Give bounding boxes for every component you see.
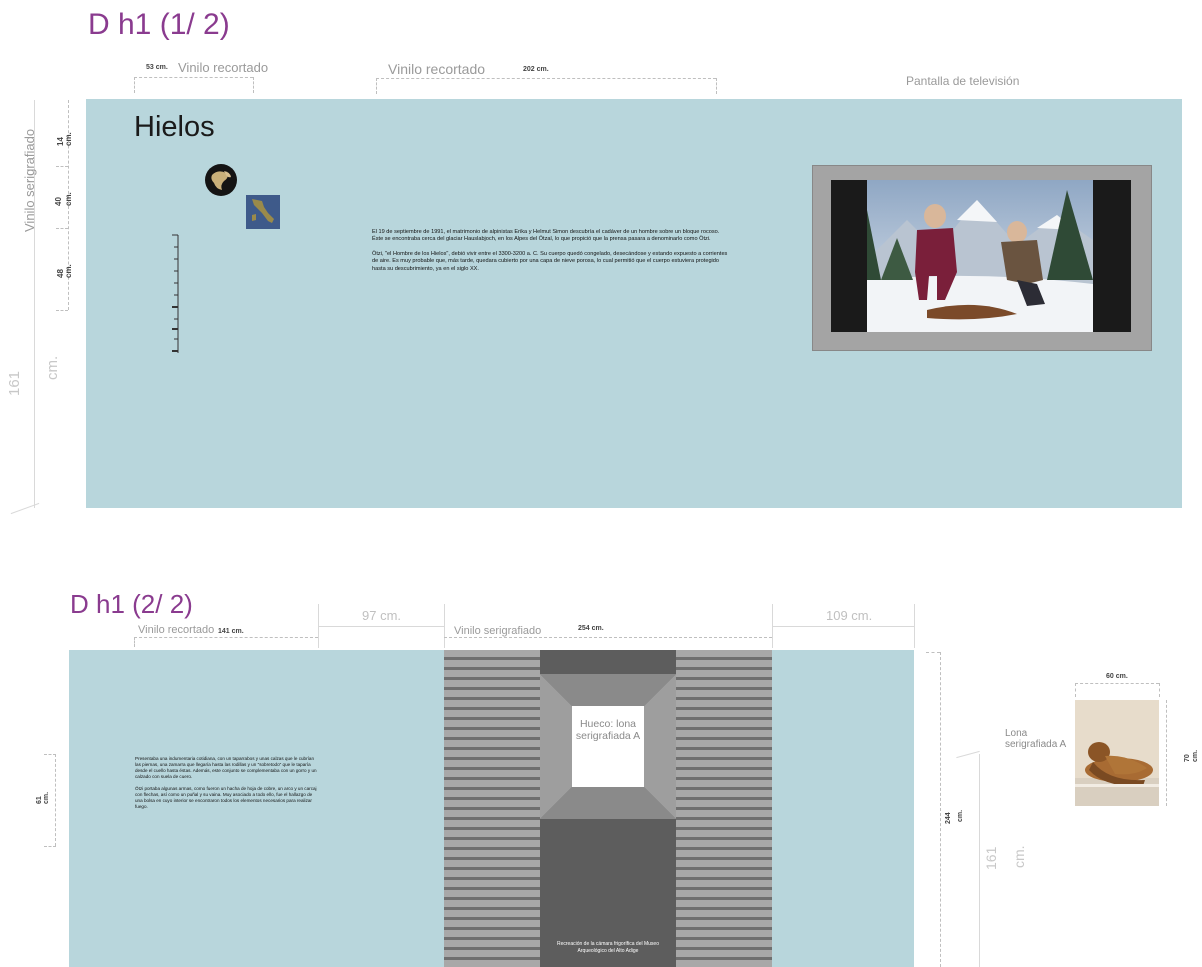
dim-40: 40: [54, 197, 63, 206]
dim-97: 97 cm.: [362, 608, 402, 623]
dim-202: 202 cm.: [523, 66, 549, 73]
dim-tick: [56, 310, 68, 311]
dim-tick: [56, 166, 68, 167]
dim-tick: [253, 77, 254, 93]
dim-40-unit: cm.: [64, 192, 73, 206]
paragraph-2: Ötzi, "el Hombre de los Hielos", debió v…: [372, 250, 728, 272]
dim-61-unit: cm.: [43, 791, 50, 804]
panel-right: [772, 650, 914, 967]
dim-tick: [926, 652, 940, 653]
dim-tick: [956, 750, 980, 759]
label-vinilo-serigrafiado-2: Vinilo serigrafiado: [454, 625, 542, 637]
dim-161: 161: [6, 370, 23, 396]
section2-title: D h1 (2/ 2): [70, 589, 193, 619]
dim-tick: [444, 604, 445, 648]
tv-image-glacier-scene: [867, 180, 1093, 332]
dim-244-unit: cm.: [957, 809, 964, 822]
dim-70: 70: [1184, 754, 1191, 762]
dim-tick: [914, 604, 915, 648]
dim-line-60: [1075, 683, 1159, 684]
heading-hielos: Hielos: [134, 111, 215, 143]
dim-60: 60 cm.: [1106, 673, 1128, 680]
panel-hielos: Hielos El 19 de septiembre de 1991, el m…: [86, 99, 1182, 508]
dim-tick: [772, 604, 773, 648]
paragraph-1: El 19 de septiembre de 1991, el matrimon…: [372, 229, 720, 243]
hueco-label: Hueco: lona serigrafiada A: [575, 718, 641, 742]
dim-254: 254 cm.: [578, 625, 604, 632]
dim-tick: [376, 78, 377, 94]
chamber-stripes-right: [676, 650, 772, 967]
dim-tick: [56, 228, 68, 229]
dim-line-244: [940, 652, 941, 967]
paragraph-4: Ötzi portaba algunas armas, como fueron …: [135, 786, 317, 809]
italy-map-icon: [246, 195, 280, 229]
dim-61: 61: [36, 796, 43, 804]
dim-line-70: [1166, 700, 1167, 806]
globe-icon: [204, 163, 238, 197]
dim-161-unit: cm.: [44, 355, 61, 380]
text-block-1: El 19 de septiembre de 1991, el matrimon…: [372, 229, 728, 273]
dim-line-141: [134, 637, 318, 638]
dim-tick: [44, 846, 56, 847]
dim-line-161-2: [979, 754, 980, 967]
cold-chamber-panel: Hueco: lona serigrafiada A Recreación de…: [444, 650, 772, 967]
section1-title: D h1 (1/ 2): [88, 8, 230, 41]
ruler: [166, 233, 186, 355]
dim-line-53: [134, 77, 253, 78]
text-block-2: Presentaba una indumentaria cotidiana, c…: [135, 756, 321, 810]
dim-70-unit: cm.: [1192, 749, 1199, 762]
dim-tick: [716, 78, 717, 94]
dim-14-unit: cm.: [64, 132, 73, 146]
dim-line-61: [55, 754, 56, 846]
dim-tick: [10, 502, 40, 515]
tv-screen: [812, 165, 1152, 351]
lona-label: Lona serigrafiada A: [1005, 728, 1067, 750]
dim-141: 141 cm.: [218, 628, 244, 635]
dim-161-2: 161: [983, 846, 999, 870]
dim-line-109: [772, 626, 914, 627]
tv-letterbox-right: [1093, 180, 1131, 332]
panel-indumentaria: Presentaba una indumentaria cotidiana, c…: [69, 650, 444, 967]
dim-tick: [44, 754, 56, 755]
dim-161-2-unit: cm.: [1011, 845, 1027, 868]
label-vinilo-recortado-b: Vinilo recortado: [388, 61, 486, 77]
chamber-caption: Recreación de la cámara frigorífica del …: [557, 941, 659, 954]
dim-tick: [134, 637, 135, 647]
tv-letterbox-left: [831, 180, 867, 332]
dim-tick: [134, 77, 135, 93]
mummy-photo: [1075, 700, 1159, 806]
dim-tick: [1159, 683, 1160, 697]
label-vinilo-serigrafiado-vertical: Vinilo serigrafiado: [22, 128, 37, 232]
label-vinilo-recortado-a: Vinilo recortado: [178, 60, 269, 75]
dim-48-unit: cm.: [64, 264, 73, 278]
chamber-frame: [540, 674, 676, 819]
dim-53: 53 cm.: [146, 64, 168, 71]
dim-line-97: [318, 626, 444, 627]
dim-109: 109 cm.: [826, 608, 873, 623]
dim-line-202: [376, 78, 716, 79]
label-vinilo-recortado-2: Vinilo recortado: [138, 624, 215, 636]
dim-tick: [318, 604, 319, 648]
chamber-stripes-left: [444, 650, 540, 967]
label-pantalla: Pantalla de televisión: [906, 74, 1020, 88]
dim-line-254: [444, 637, 772, 638]
dim-tick: [1075, 683, 1076, 697]
dim-244: 244: [945, 812, 952, 824]
paragraph-3: Presentaba una indumentaria cotidiana, c…: [135, 756, 317, 779]
